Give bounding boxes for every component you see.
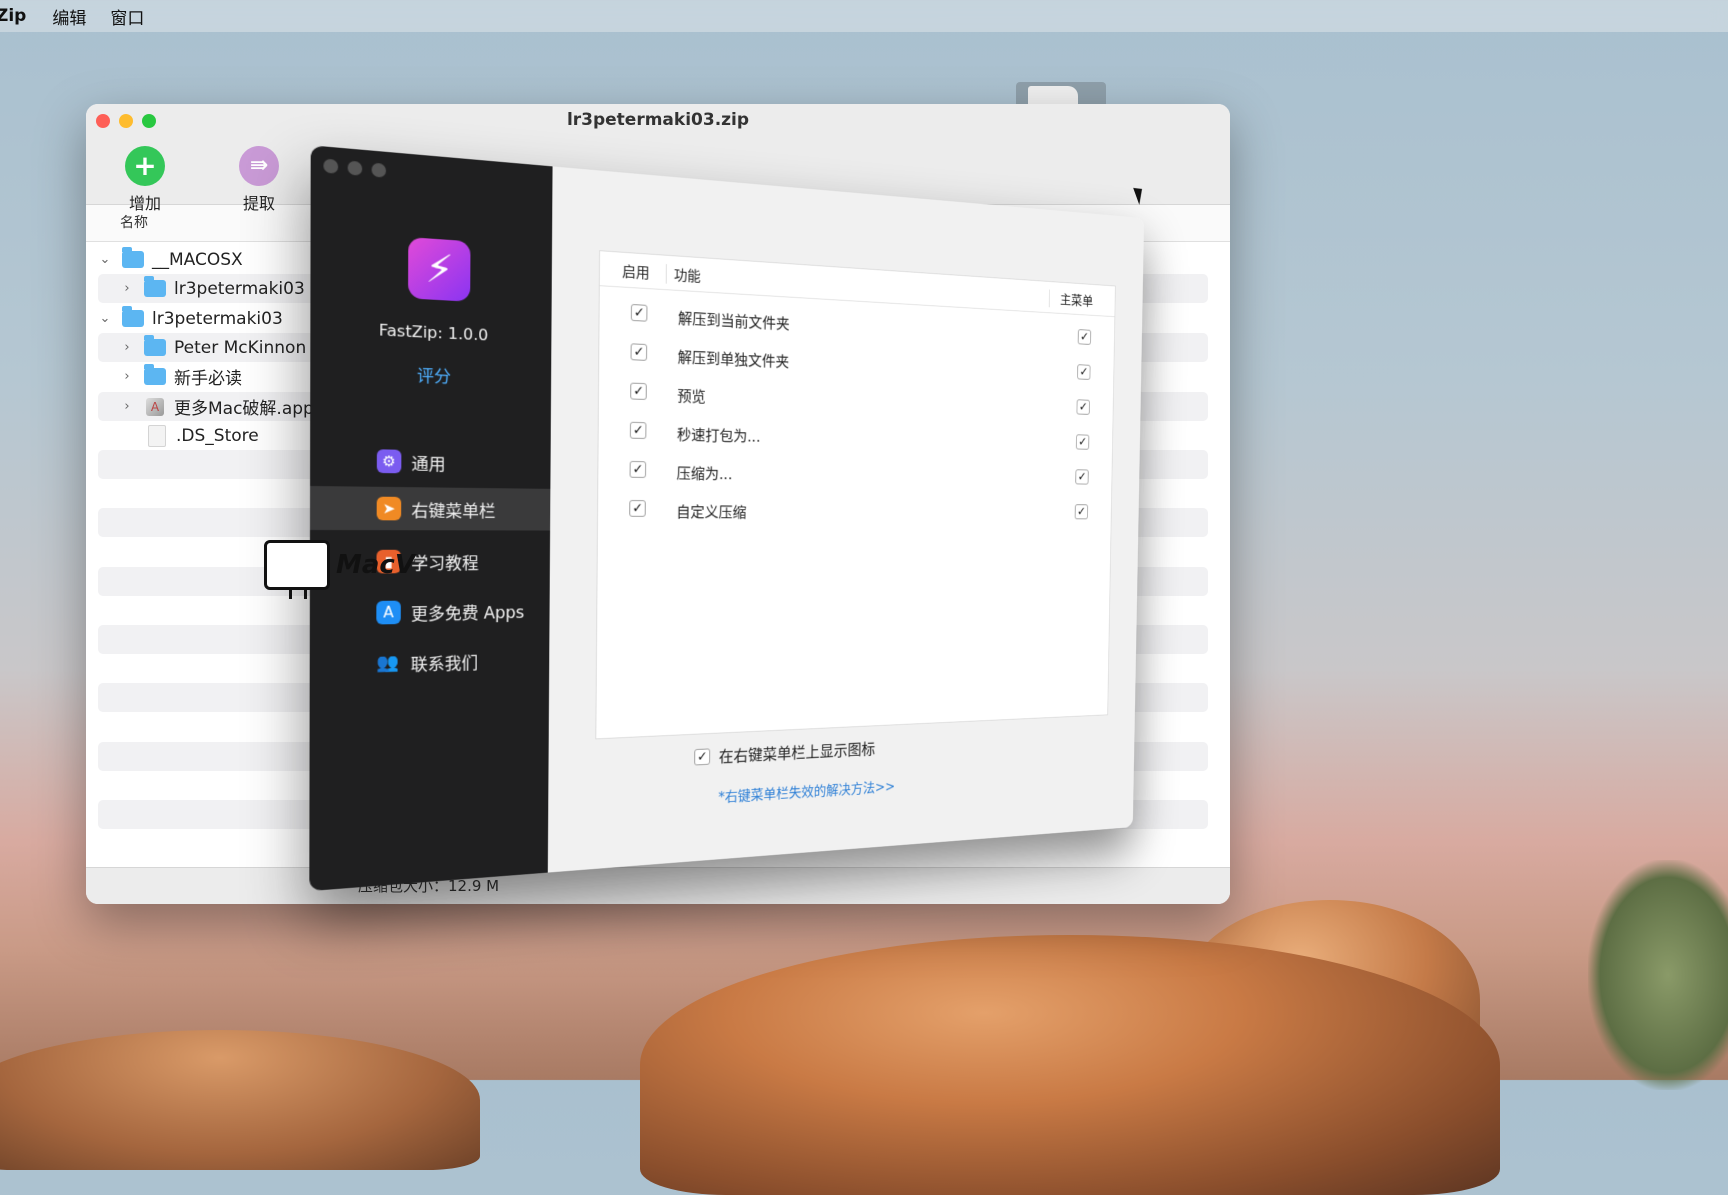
- add-button[interactable]: + 增加: [110, 146, 180, 214]
- main-menu-checkbox[interactable]: ✓: [1076, 399, 1090, 415]
- function-label: 秒速打包为...: [676, 425, 761, 446]
- tree-row-label: lr3petermaki03: [152, 308, 283, 329]
- fastzip-logo-icon: ⚡: [408, 237, 471, 302]
- chevron-right-icon[interactable]: ›: [120, 281, 134, 296]
- close-button[interactable]: [323, 158, 339, 174]
- header-function[interactable]: 功能: [665, 264, 701, 286]
- nav-item-general[interactable]: ⚙ 通用: [310, 438, 551, 485]
- window-title: lr3petermaki03.zip: [566, 110, 750, 130]
- enable-checkbox[interactable]: ✓: [630, 343, 648, 361]
- window-controls: [323, 158, 387, 178]
- extract-button[interactable]: ⇛ 提取: [224, 146, 294, 214]
- nav-item-more-apps[interactable]: A 更多免费 Apps: [310, 589, 550, 636]
- contacts-icon: 👥: [376, 652, 400, 674]
- extract-arrow-icon: ⇛: [239, 146, 279, 186]
- extract-label: 提取: [242, 194, 275, 213]
- menu-window[interactable]: 窗口: [110, 4, 144, 29]
- chevron-down-icon[interactable]: ⌄: [98, 252, 112, 267]
- header-enable[interactable]: 启用: [622, 261, 650, 282]
- enable-checkbox[interactable]: ✓: [629, 500, 646, 517]
- main-menu-checkbox[interactable]: ✓: [1075, 469, 1089, 485]
- show-icon-option[interactable]: ✓ 在右键菜单栏上显示图标: [694, 737, 875, 769]
- main-menu-checkbox[interactable]: ✓: [1075, 434, 1090, 450]
- desktop-rock: [0, 1030, 480, 1170]
- folder-icon: [144, 276, 166, 297]
- folder-icon: [122, 306, 144, 327]
- chevron-right-icon[interactable]: ›: [120, 399, 134, 414]
- rate-link[interactable]: 评分: [310, 357, 551, 391]
- help-link[interactable]: *右键菜单栏失效的解决方法>>: [718, 777, 895, 807]
- app-version: FastZip: 1.0.0: [378, 320, 489, 345]
- tree-row-label: 更多Mac破解.app: [174, 399, 314, 419]
- function-label: 解压到当前文件夹: [677, 309, 790, 333]
- menu-app-name[interactable]: Zip: [0, 6, 26, 26]
- function-label: 压缩为...: [676, 464, 733, 483]
- minimize-button[interactable]: [347, 160, 363, 176]
- desktop-rock: [640, 935, 1500, 1195]
- tree-row-label: Peter McKinnon v3: [174, 337, 333, 358]
- enable-checkbox[interactable]: ✓: [630, 382, 647, 400]
- desktop-tree: [1588, 860, 1728, 1090]
- menu-edit[interactable]: 编辑: [52, 4, 86, 29]
- monitor-icon: [264, 540, 330, 599]
- folder-icon: [144, 335, 166, 356]
- plus-icon: +: [125, 146, 165, 186]
- watermark-text: MacV: [336, 550, 415, 580]
- nav-item-contact[interactable]: 👥 联系我们: [310, 638, 550, 687]
- add-label: 增加: [128, 194, 161, 213]
- chevron-down-icon[interactable]: ⌄: [98, 311, 112, 326]
- nav-item-label: 联系我们: [410, 653, 479, 675]
- show-icon-checkbox[interactable]: ✓: [694, 747, 711, 766]
- table-row: ✓ 自定义压缩 ✓: [598, 490, 1111, 529]
- folder-icon: [144, 364, 166, 385]
- function-label: 自定义压缩: [676, 503, 747, 522]
- main-menu-checkbox[interactable]: ✓: [1077, 329, 1092, 345]
- fastzip-preferences-window: ⚡ FastZip: 1.0.0 评分 ⚙ 通用 ➤ 右键菜单栏 ▮ 学习教程 …: [309, 145, 1145, 892]
- main-menu-checkbox[interactable]: ✓: [1077, 364, 1091, 380]
- app-icon: A: [146, 397, 164, 416]
- zoom-button[interactable]: [371, 162, 387, 178]
- desktop-file-icon[interactable]: [1016, 82, 1106, 104]
- menu-bar: Zip 编辑 窗口: [0, 0, 1728, 32]
- tree-row-label: .DS_Store: [176, 425, 259, 446]
- main-menu-checkbox[interactable]: ✓: [1074, 504, 1089, 520]
- enable-checkbox[interactable]: ✓: [629, 421, 647, 439]
- tree-row-label: __MACOSX: [152, 249, 243, 270]
- enable-checkbox[interactable]: ✓: [630, 303, 648, 322]
- header-main-menu[interactable]: 主菜单: [1048, 289, 1094, 310]
- chevron-right-icon[interactable]: ›: [120, 340, 134, 355]
- watermark-logo: MacV: [264, 540, 415, 599]
- preferences-sidebar: ⚡ FastZip: 1.0.0 评分 ⚙ 通用 ➤ 右键菜单栏 ▮ 学习教程 …: [309, 145, 553, 892]
- nav-item-label: 学习教程: [411, 553, 479, 574]
- function-label: 预览: [677, 387, 706, 406]
- gear-icon: ⚙: [376, 449, 402, 474]
- cursor-icon: ➤: [376, 496, 402, 521]
- enable-checkbox[interactable]: ✓: [629, 460, 647, 478]
- chevron-right-icon[interactable]: ›: [120, 369, 134, 384]
- tree-row-label: lr3petermaki03: [174, 278, 305, 299]
- nav-item-label: 更多免费 Apps: [410, 603, 525, 625]
- nav-item-context-menu[interactable]: ➤ 右键菜单栏: [309, 485, 551, 531]
- show-icon-label: 在右键菜单栏上显示图标: [718, 740, 876, 767]
- nav-item-label: 通用: [411, 454, 446, 475]
- function-label: 解压到单独文件夹: [677, 348, 790, 371]
- folder-icon: [122, 247, 144, 268]
- nav-item-label: 右键菜单栏: [411, 501, 496, 522]
- file-icon: [148, 424, 166, 447]
- app-store-icon: A: [376, 600, 401, 625]
- archive-status-bar: 压缩包大小：12.9 M: [86, 867, 1230, 904]
- tree-row-label: 新手必读: [174, 369, 242, 389]
- preferences-content: 启用 功能 主菜单 ✓ 解压到当前文件夹 ✓ ✓ 解压到单独文件夹 ✓ ✓ 预览: [547, 166, 1145, 873]
- context-menu-table: 启用 功能 主菜单 ✓ 解压到当前文件夹 ✓ ✓ 解压到单独文件夹 ✓ ✓ 预览: [595, 250, 1116, 740]
